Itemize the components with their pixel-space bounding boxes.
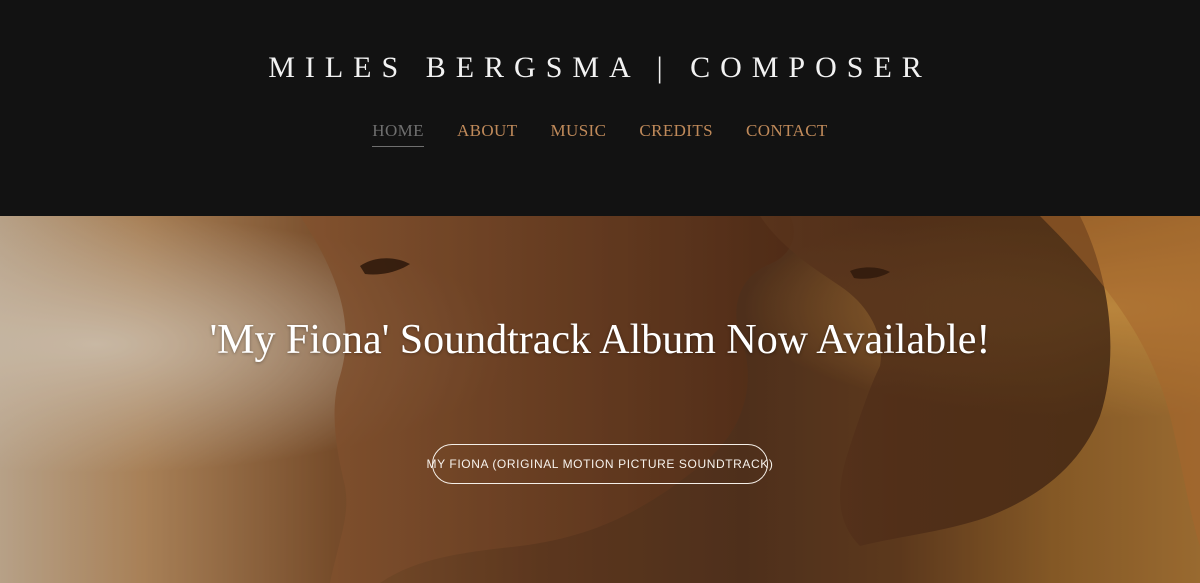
site-header: MILES BERGSMA | COMPOSER HOME ABOUT MUSI… xyxy=(0,0,1200,216)
nav-item-contact[interactable]: CONTACT xyxy=(746,118,828,147)
hero-heading: 'My Fiona' Soundtrack Album Now Availabl… xyxy=(209,317,991,363)
nav-item-about[interactable]: ABOUT xyxy=(457,118,518,147)
site-title[interactable]: MILES BERGSMA | COMPOSER xyxy=(0,44,1200,92)
soundtrack-button[interactable]: MY FIONA (ORIGINAL MOTION PICTURE SOUNDT… xyxy=(426,444,773,484)
hero-overlay xyxy=(0,216,1200,583)
nav-item-music[interactable]: MUSIC xyxy=(551,118,607,147)
nav-item-home[interactable]: HOME xyxy=(372,118,424,147)
nav-item-credits[interactable]: CREDITS xyxy=(639,118,713,147)
page: MILES BERGSMA | COMPOSER HOME ABOUT MUSI… xyxy=(0,0,1200,583)
hero-banner: 'My Fiona' Soundtrack Album Now Availabl… xyxy=(0,216,1200,583)
main-nav: HOME ABOUT MUSIC CREDITS CONTACT xyxy=(0,118,1200,147)
